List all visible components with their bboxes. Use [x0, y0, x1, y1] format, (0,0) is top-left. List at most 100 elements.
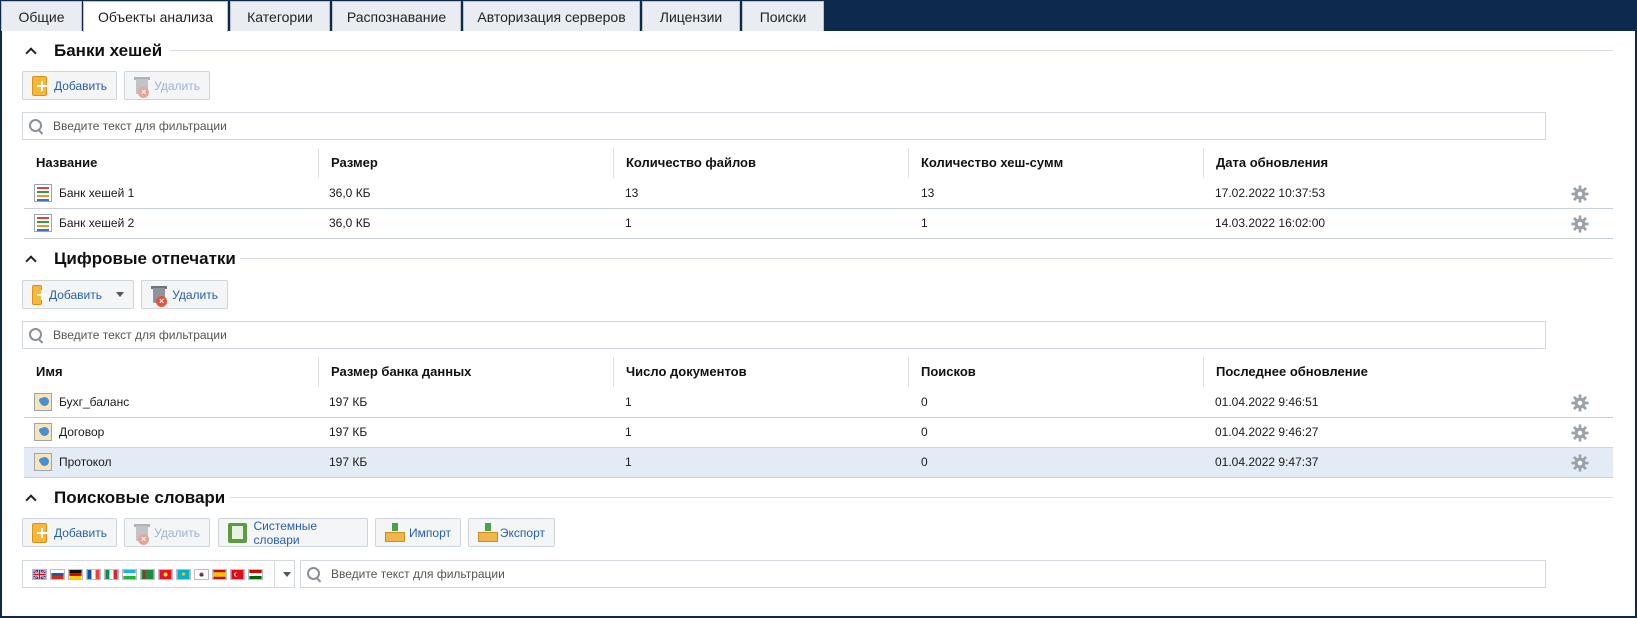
fingerprint-delete-button[interactable]: × Удалить: [141, 280, 228, 309]
tab-bar: Общие Объекты анализа Категории Распозна…: [0, 0, 1637, 32]
flag-it-icon: [104, 568, 119, 580]
system-dictionaries-button[interactable]: Системные словари: [218, 518, 368, 547]
collapse-chevron-icon[interactable]: [24, 44, 38, 58]
cell-name: Банк хешей 2: [59, 216, 135, 230]
button-label: Добавить: [53, 525, 107, 540]
cell-date: 17.02.2022 10:37:53: [1215, 186, 1326, 200]
tab-analysis-objects[interactable]: Объекты анализа: [83, 1, 228, 32]
flag-tr-icon: [230, 568, 245, 580]
table-row[interactable]: Банк хешей 1 36,0 КБ 13 13 17.02.2022 10…: [24, 179, 1613, 209]
section-divider: [170, 50, 1613, 51]
cell-date: 01.04.2022 9:46:51: [1215, 395, 1319, 409]
cell-docs: 1: [625, 455, 632, 469]
tab-searches[interactable]: Поиски: [742, 1, 824, 31]
add-icon: [32, 284, 47, 305]
gear-icon[interactable]: [1571, 424, 1589, 442]
gear-icon[interactable]: [1571, 215, 1589, 233]
section-title: Цифровые отпечатки: [54, 249, 236, 268]
fingerprint-filter[interactable]: [22, 321, 1546, 349]
cell-docs: 1: [625, 425, 632, 439]
dict-add-button[interactable]: Добавить: [22, 518, 117, 547]
hash-add-button[interactable]: Добавить: [22, 71, 117, 100]
fingerprint-icon: [34, 423, 52, 441]
tab-server-auth[interactable]: Авторизация серверов: [463, 1, 640, 31]
hash-bank-icon: [34, 214, 52, 232]
section-title: Банки хешей: [54, 41, 163, 60]
column-header[interactable]: Последнее обновление: [1203, 357, 1613, 387]
cell-hashes: 1: [921, 216, 928, 230]
hash-filter-input[interactable]: [53, 119, 1545, 133]
flag-tm-icon: [140, 568, 155, 580]
language-filter[interactable]: [22, 560, 295, 588]
cell-name: Бухг_баланс: [59, 395, 130, 409]
tab-recognition[interactable]: Распознавание: [332, 1, 461, 31]
column-header[interactable]: Число документов: [613, 357, 908, 387]
collapse-chevron-icon[interactable]: [24, 491, 38, 505]
column-header[interactable]: Размер: [318, 148, 613, 178]
trash-icon: ×: [151, 285, 168, 307]
import-button[interactable]: Импорт: [375, 518, 461, 547]
export-button[interactable]: Экспорт: [468, 518, 555, 547]
fingerprint-add-button[interactable]: Добавить: [22, 280, 134, 309]
fingerprint-table-header: Имя Размер банка данных Число документов…: [24, 357, 1613, 387]
gear-icon[interactable]: [1571, 185, 1589, 203]
button-label: Добавить: [53, 78, 107, 93]
button-label: Удалить: [154, 525, 200, 540]
import-icon: [385, 522, 405, 543]
tab-categories[interactable]: Категории: [230, 1, 330, 31]
cell-name: Протокол: [59, 455, 112, 469]
collapse-chevron-icon[interactable]: [24, 252, 38, 266]
column-header[interactable]: Имя: [24, 357, 318, 387]
fingerprints-header[interactable]: Цифровые отпечатки: [24, 248, 236, 270]
cell-size: 36,0 КБ: [329, 216, 371, 230]
flag-fr-icon: [86, 568, 101, 580]
tab-licenses[interactable]: Лицензии: [642, 1, 740, 31]
hash-banks-header[interactable]: Банки хешей: [24, 40, 162, 62]
column-header[interactable]: Количество хеш-сумм: [908, 148, 1203, 178]
table-row-selected[interactable]: Протокол 197 КБ 1 0 01.04.2022 9:47:37: [24, 447, 1613, 478]
column-header[interactable]: Поисков: [908, 357, 1203, 387]
flag-kg-icon: [158, 568, 173, 580]
fingerprint-icon: [34, 393, 52, 411]
column-header[interactable]: Дата обновления: [1203, 148, 1613, 178]
cell-files: 13: [625, 186, 639, 200]
column-header[interactable]: Количество файлов: [613, 148, 908, 178]
section-title: Поисковые словари: [54, 488, 226, 507]
column-header[interactable]: Размер банка данных: [318, 357, 613, 387]
cell-date: 14.03.2022 16:02:00: [1215, 216, 1326, 230]
button-label: Системные словари: [253, 518, 318, 547]
table-row[interactable]: Банк хешей 2 36,0 КБ 1 1 14.03.2022 16:0…: [24, 209, 1613, 239]
flag-de-icon: [68, 568, 83, 580]
flag-ru-icon: [50, 568, 65, 580]
flag-es-icon: [212, 568, 227, 580]
hash-bank-icon: [34, 184, 52, 202]
hash-filter[interactable]: [22, 112, 1546, 140]
hash-delete-button[interactable]: × Удалить: [124, 71, 210, 100]
cell-size: 197 КБ: [329, 425, 368, 439]
chevron-down-icon[interactable]: [283, 571, 291, 577]
dict-filter-input[interactable]: [331, 567, 1545, 581]
trash-icon: ×: [134, 76, 150, 98]
flag-kr-icon: [194, 568, 209, 580]
trash-icon: ×: [134, 523, 150, 545]
table-row[interactable]: Бухг_баланс 197 КБ 1 0 01.04.2022 9:46:5…: [24, 388, 1613, 418]
gear-icon[interactable]: [1571, 454, 1589, 472]
button-label: Экспорт: [499, 525, 545, 540]
cell-date: 01.04.2022 9:47:37: [1215, 455, 1319, 469]
dict-delete-button[interactable]: × Удалить: [124, 518, 210, 547]
dictionaries-header[interactable]: Поисковые словари: [24, 487, 225, 509]
cell-files: 1: [625, 216, 632, 230]
tab-general[interactable]: Общие: [1, 1, 82, 31]
button-label: Удалить: [154, 78, 200, 93]
cell-date: 01.04.2022 9:46:27: [1215, 425, 1319, 439]
button-label: Импорт: [409, 525, 451, 540]
cell-searches: 0: [921, 395, 928, 409]
flag-tj-icon: [248, 568, 263, 580]
fingerprint-filter-input[interactable]: [53, 328, 1545, 342]
section-divider: [240, 258, 1613, 259]
chevron-down-icon[interactable]: [116, 292, 124, 297]
table-row[interactable]: Договор 197 КБ 1 0 01.04.2022 9:46:27: [24, 418, 1613, 448]
column-header[interactable]: Название: [24, 148, 318, 178]
dict-filter[interactable]: [300, 560, 1546, 588]
gear-icon[interactable]: [1571, 394, 1589, 412]
